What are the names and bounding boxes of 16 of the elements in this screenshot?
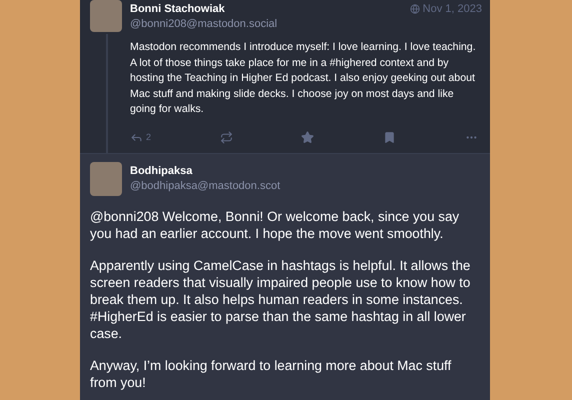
account-handle: @bonni208@mastodon.social — [130, 18, 278, 30]
bookmark-icon — [383, 130, 396, 144]
avatar-placeholder[interactable] — [90, 162, 122, 196]
repeat-icon — [220, 130, 233, 144]
account-handle: @bodhipaksa@mastodon.scot — [130, 180, 282, 192]
post-text: @bonni208 Welcome, Bonni! Or welcome back, since you say you had an earlier account. I hope the move went smoothly. — [90, 208, 460, 242]
favourite-button[interactable] — [301, 130, 314, 144]
post-text: Anyway, I’m looking forward to learning more about Mac stuff from you! — [90, 356, 452, 390]
post-text: Apparently using CamelCase in hashtags is helpful. It allows the screen readers that visually impaired people use to know how to break them up. It also helps human readers in some instances. #HigherEd is easier to parse than the same hashtag in all lower case. — [90, 256, 472, 342]
boost-button[interactable] — [220, 130, 233, 144]
post-text: Mastodon recommends I introduce myself: I love learning. I love teaching. A lot of those things take place for me in a #highered context and by hosting the Teaching in Higher Ed podcast. I also enjoy geeking out about Mac stuff and making slide decks. I choose joy on most days and like going for walks. — [130, 40, 477, 117]
display-name[interactable]: Bonni Stachowiak — [130, 3, 402, 15]
display-name[interactable]: Bodhipaksa — [130, 164, 480, 176]
bookmark-button[interactable] — [383, 130, 396, 144]
globe-icon — [410, 4, 420, 14]
star-icon — [301, 130, 314, 144]
